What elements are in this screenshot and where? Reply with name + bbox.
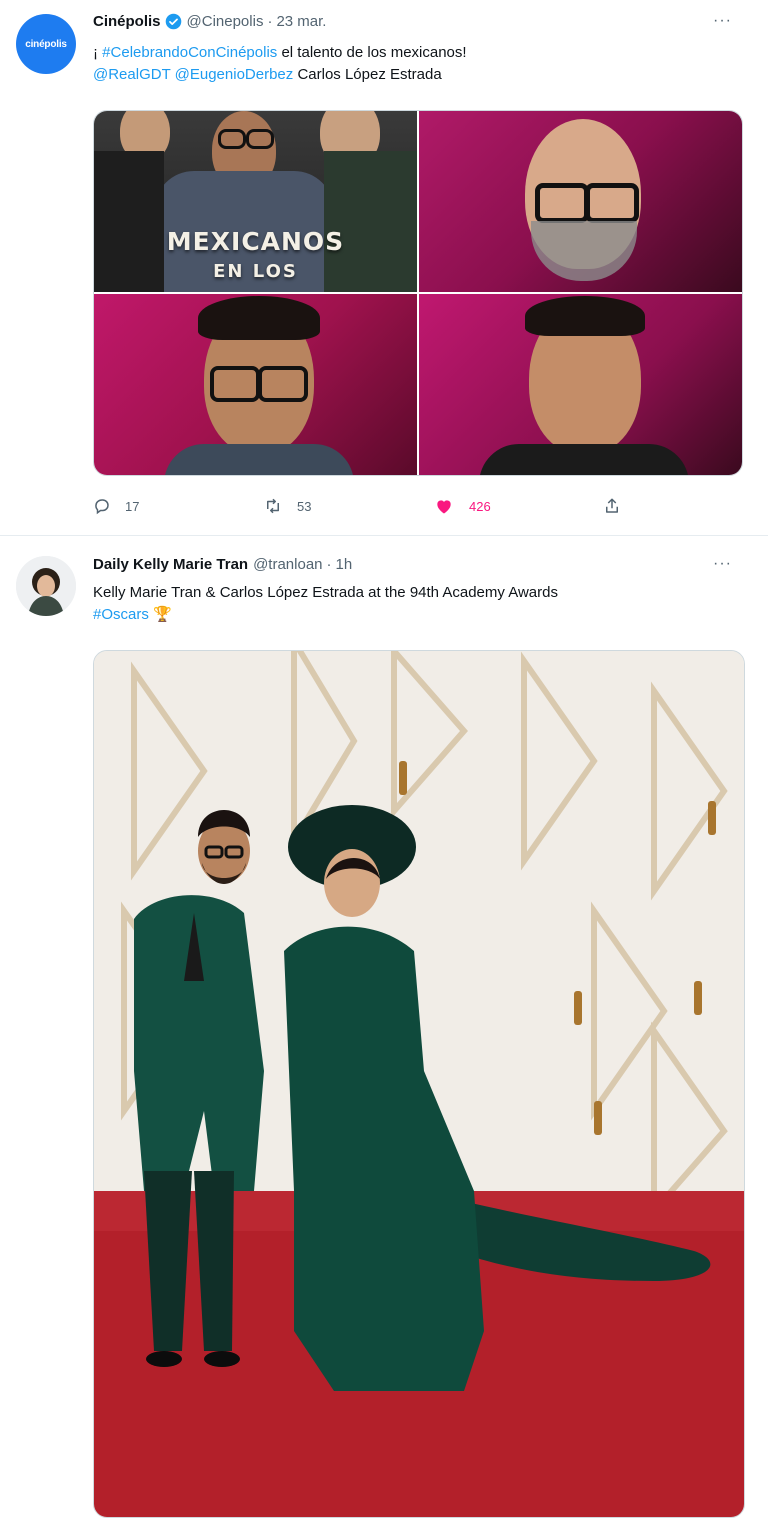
tweet-text-line1: Kelly Marie Tran & Carlos López Estrada … — [93, 584, 558, 601]
like-action[interactable]: 426 — [433, 496, 603, 516]
more-options-icon[interactable]: ··· — [713, 555, 732, 573]
text-prefix: ¡ — [93, 44, 103, 61]
media-image-2[interactable] — [419, 111, 742, 292]
author-handle[interactable]: @tranloan — [253, 556, 322, 573]
mention-realgdt[interactable]: @RealGDT — [93, 66, 170, 83]
avatar-logo-text: cinépolis — [25, 38, 67, 50]
verified-badge-icon — [165, 13, 181, 29]
mention-eugenioderbez[interactable]: @EugenioDerbez — [175, 66, 294, 83]
glasses-shape — [210, 366, 260, 402]
retweet-icon — [267, 498, 279, 514]
tweet-dailykmt[interactable]: Daily Kelly Marie Tran @tranloan · 1h ··… — [0, 536, 768, 1536]
reply-action[interactable]: 17 — [93, 497, 263, 515]
glasses-shape — [246, 129, 274, 149]
tweet-cinepolis[interactable]: cinépolis Cinépolis @Cinepolis · 23 mar.… — [0, 0, 768, 536]
tweet-media-photo[interactable] — [93, 650, 745, 1518]
glasses-shape — [585, 183, 639, 223]
text-suffix: el talento de los mexicanos! — [277, 44, 467, 61]
tweet-timestamp[interactable]: 1h — [336, 556, 353, 573]
author-name[interactable]: Cinépolis — [93, 13, 161, 30]
text-carlos: Carlos López Estrada — [293, 66, 442, 83]
person-body — [164, 444, 354, 475]
hair-shape — [525, 296, 645, 336]
reply-icon — [95, 499, 109, 515]
retweet-count: 53 — [297, 498, 312, 514]
media-image-1[interactable]: MEXICANOS EN LOS — [94, 111, 417, 292]
like-count: 426 — [469, 498, 491, 514]
media-image-3[interactable] — [94, 294, 417, 475]
separator-dot: · — [267, 12, 273, 30]
tweet-media-grid[interactable]: MEXICANOS EN LOS — [93, 110, 743, 476]
red-carpet-photo — [94, 651, 744, 1517]
tweet-text: Kelly Marie Tran & Carlos López Estrada … — [93, 582, 750, 626]
tweet-header: Cinépolis @Cinepolis · 23 mar. ··· — [93, 10, 752, 32]
person-body — [479, 444, 689, 475]
glasses-shape — [535, 183, 589, 223]
avatar-portrait-icon — [16, 556, 76, 616]
avatar-dailykmt[interactable] — [16, 556, 76, 616]
glasses-shape — [218, 129, 246, 149]
author-name[interactable]: Daily Kelly Marie Tran — [93, 556, 248, 573]
author-handle[interactable]: @Cinepolis — [187, 13, 264, 30]
share-action[interactable] — [603, 496, 635, 516]
poster-title-line1: MEXICANOS — [166, 227, 345, 256]
hashtag-link[interactable]: #Oscars — [93, 606, 149, 623]
poster-title-line2: EN LOS — [213, 261, 298, 282]
more-options-icon[interactable]: ··· — [713, 12, 732, 30]
glasses-shape — [258, 366, 308, 402]
avatar-cinepolis[interactable]: cinépolis — [16, 14, 76, 74]
tweet-timestamp[interactable]: 23 mar. — [276, 13, 326, 30]
share-icon — [606, 498, 618, 513]
retweet-action[interactable]: 53 — [263, 497, 433, 515]
separator-dot: · — [326, 555, 332, 573]
heart-filled-icon — [437, 500, 451, 514]
tweet-text: ¡ #CelebrandoConCinépolis el talento de … — [93, 42, 750, 86]
tweet-header: Daily Kelly Marie Tran @tranloan · 1h ··… — [93, 553, 752, 575]
hashtag-link[interactable]: #CelebrandoConCinépolis — [102, 44, 277, 61]
beard-shape — [531, 221, 637, 281]
trophy-emoji-icon: 🏆 — [153, 606, 172, 623]
reply-count: 17 — [125, 498, 140, 514]
media-image-4[interactable] — [419, 294, 742, 475]
tweet-actions: 17 53 426 — [93, 496, 708, 516]
hair-shape — [198, 296, 320, 340]
